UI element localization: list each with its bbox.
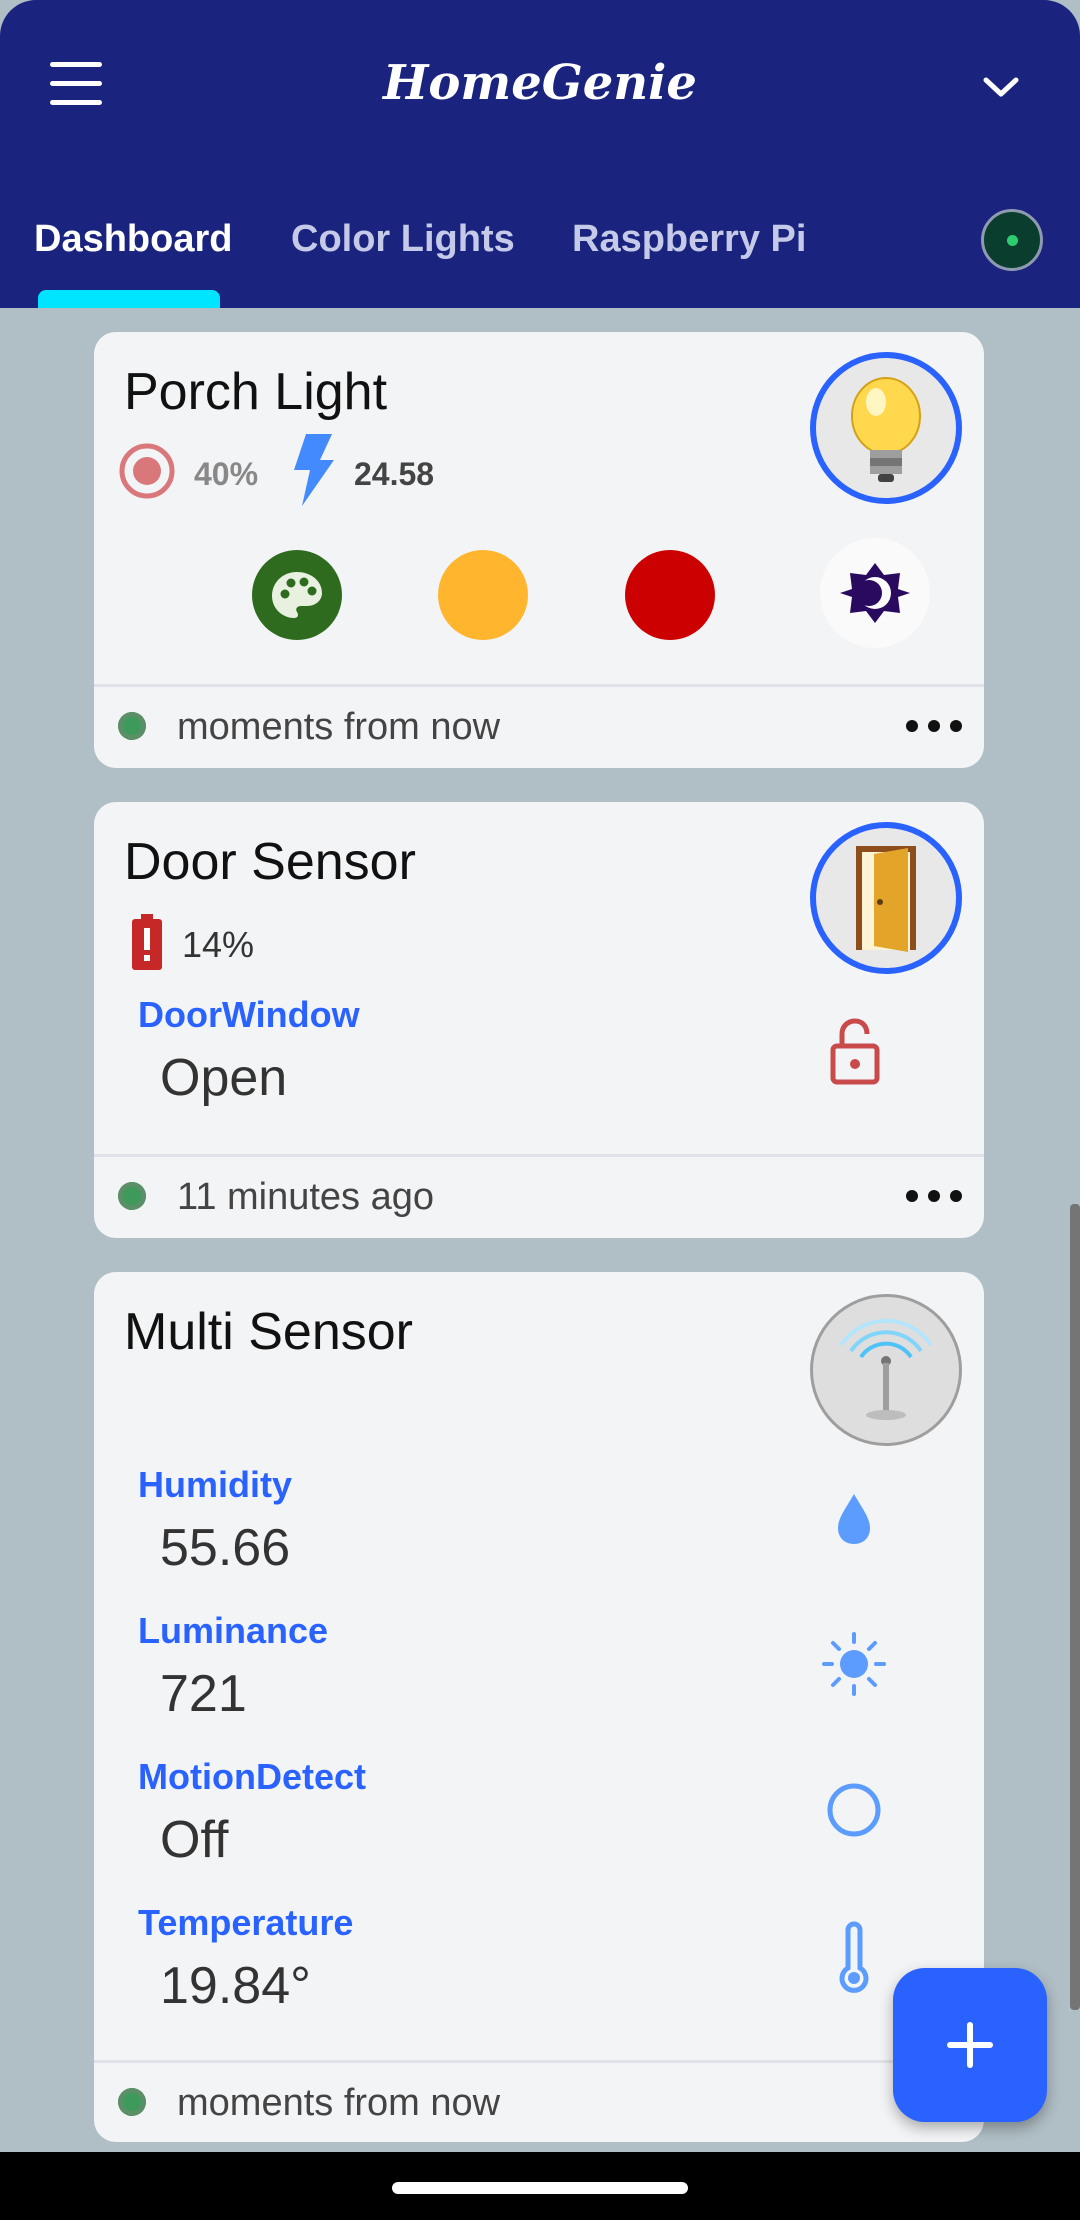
property-value: Open: [160, 1049, 288, 1107]
sun-icon: [822, 1632, 886, 1696]
status-indicator: [118, 2088, 146, 2116]
property-value: 19.84°: [160, 1957, 311, 2015]
power-icon: [294, 434, 334, 506]
tab-dashboard[interactable]: Dashboard: [34, 218, 232, 261]
property-label: Humidity: [138, 1464, 293, 1505]
divider: [94, 2060, 984, 2063]
door-icon[interactable]: [810, 822, 962, 974]
brightness-button[interactable]: [820, 538, 930, 648]
card-title: Multi Sensor: [124, 1303, 413, 1361]
thermometer-icon: [839, 1921, 869, 1993]
level-icon: [119, 443, 175, 499]
property-label: MotionDetect: [138, 1756, 366, 1797]
power-value: 24.58: [354, 456, 435, 492]
property-value: Off: [160, 1811, 229, 1869]
card-title: Porch Light: [124, 363, 388, 421]
active-tab-indicator: [38, 290, 220, 308]
status-indicator: [118, 712, 146, 740]
color-palette-button[interactable]: [252, 550, 342, 640]
last-update: 11 minutes ago: [177, 1176, 435, 1218]
more-options-icon[interactable]: [906, 716, 966, 736]
porch-light-card: Porch Light 40% 24.58 moments from now: [94, 332, 984, 768]
multi-sensor-card: Multi Sensor Humidity 55.66 Luminance 72…: [94, 1272, 984, 2142]
status-indicator: [118, 1182, 146, 1210]
door-sensor-card: Door Sensor 14% DoorWindow Open 11 minut…: [94, 802, 984, 1238]
last-update: moments from now: [177, 706, 501, 748]
chevron-down-icon[interactable]: [976, 68, 1026, 108]
last-update: moments from now: [177, 2082, 501, 2124]
color-red-button[interactable]: [625, 550, 715, 640]
sensor-icon[interactable]: [810, 1294, 962, 1446]
water-drop-icon: [838, 1494, 870, 1544]
battery-value: 14%: [182, 924, 255, 965]
app-title: HomeGenie: [383, 55, 697, 111]
color-amber-button[interactable]: [438, 550, 528, 640]
app-bar: HomeGenie Dashboard Color Lights Raspber…: [0, 0, 1080, 308]
property-label: Luminance: [138, 1610, 329, 1651]
scrollbar[interactable]: [1070, 1204, 1080, 2010]
level-value: 40%: [194, 456, 259, 492]
light-bulb-icon[interactable]: [810, 352, 962, 504]
tab-color-lights[interactable]: Color Lights: [291, 218, 515, 261]
circle-outline-icon: [827, 1783, 881, 1837]
divider: [94, 1154, 984, 1157]
tab-raspberry-pi[interactable]: Raspberry Pi: [572, 218, 806, 261]
brightness-icon: [840, 563, 910, 623]
home-gesture-handle[interactable]: [392, 2182, 688, 2194]
more-options-icon[interactable]: [906, 1186, 966, 1206]
connection-status-icon[interactable]: [981, 209, 1043, 271]
property-value: 55.66: [160, 1519, 291, 1577]
add-button[interactable]: [893, 1968, 1047, 2122]
property-value: 721: [160, 1665, 247, 1723]
property-label: DoorWindow: [138, 994, 360, 1035]
plus-icon: [947, 2022, 993, 2068]
card-title: Door Sensor: [124, 833, 416, 891]
lock-open-icon: [830, 1018, 880, 1085]
property-label: Temperature: [138, 1902, 354, 1943]
divider: [94, 684, 984, 687]
palette-icon: [272, 572, 322, 618]
battery-alert-icon: [132, 914, 162, 970]
